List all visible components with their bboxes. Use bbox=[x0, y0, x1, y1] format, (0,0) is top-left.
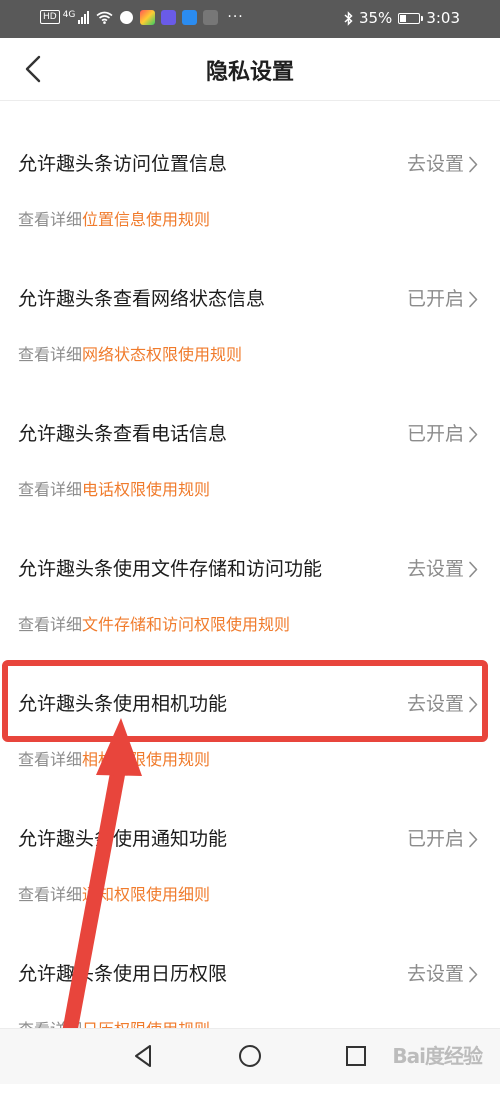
permission-detail: 查看详细位置信息使用规则 bbox=[18, 208, 210, 232]
hand-app-icon bbox=[203, 9, 219, 25]
permission-action-label: 已开启 bbox=[406, 288, 464, 310]
permission-action-label: 去设置 bbox=[406, 153, 464, 175]
highlight-box bbox=[2, 660, 488, 742]
battery-percent: 35% bbox=[358, 9, 393, 27]
permission-title: 允许趣头条访问位置信息 bbox=[18, 153, 228, 175]
permission-title: 允许趣头条查看网络状态信息 bbox=[18, 288, 266, 310]
permission-action-label: 已开启 bbox=[406, 828, 464, 850]
battery-icon bbox=[398, 12, 424, 24]
permission-rule-link[interactable]: 位置信息使用规则 bbox=[82, 210, 210, 229]
chevron-right-icon bbox=[469, 426, 478, 442]
circle-home-icon[interactable] bbox=[235, 1041, 265, 1071]
permission-action-button[interactable]: 已开启 bbox=[407, 825, 478, 853]
app-notification-icon bbox=[119, 9, 135, 25]
status-bar-left: HD 4G ··· bbox=[40, 9, 244, 25]
permission-detail-prefix: 查看详细 bbox=[18, 885, 83, 904]
music-app-icon bbox=[161, 9, 177, 25]
chevron-right-icon bbox=[469, 291, 478, 307]
permission-rule-link[interactable]: 相机权限使用规则 bbox=[82, 750, 210, 769]
square-recents-icon[interactable] bbox=[341, 1041, 371, 1071]
permission-detail-prefix: 查看详细 bbox=[18, 345, 83, 364]
permission-row: 允许趣头条查看网络状态信息 已开启查看详细网络状态权限使用规则 bbox=[0, 285, 500, 420]
permission-detail: 查看详细通知权限使用细则 bbox=[18, 883, 210, 907]
permission-detail: 查看详细文件存储和访问权限使用规则 bbox=[18, 613, 290, 637]
status-bar-right: 35% 3:03 bbox=[344, 9, 460, 27]
status-bar: HD 4G ··· 35% 3:03 bbox=[0, 0, 500, 38]
permission-detail: 查看详细电话权限使用规则 bbox=[18, 478, 210, 502]
hd-badge: HD bbox=[40, 10, 60, 24]
gallery-app-icon bbox=[140, 9, 156, 25]
permission-detail: 查看详细网络状态权限使用规则 bbox=[18, 343, 242, 367]
permission-title: 允许趣头条查看电话信息 bbox=[18, 423, 228, 445]
permission-title: 允许趣头条使用日历权限 bbox=[18, 963, 228, 985]
permission-rule-link[interactable]: 网络状态权限使用规则 bbox=[82, 345, 242, 364]
chevron-right-icon bbox=[469, 831, 478, 847]
permission-title: 允许趣头条使用文件存储和访问功能 bbox=[18, 558, 323, 580]
network-type: 4G bbox=[62, 10, 76, 20]
triangle-back-icon[interactable] bbox=[128, 1041, 158, 1071]
battery-fill bbox=[400, 14, 407, 22]
wifi-icon bbox=[96, 11, 113, 24]
clock: 3:03 bbox=[426, 9, 460, 27]
permission-detail-prefix: 查看详细 bbox=[18, 210, 83, 229]
permission-title: 允许趣头条使用通知功能 bbox=[18, 828, 228, 850]
permission-row: 允许趣头条访问位置信息 去设置查看详细位置信息使用规则 bbox=[0, 150, 500, 285]
permission-action-label: 已开启 bbox=[406, 423, 464, 445]
permission-rule-link[interactable]: 通知权限使用细则 bbox=[82, 885, 210, 904]
permission-detail: 查看详细相机权限使用规则 bbox=[18, 748, 210, 772]
watermark: Bai度经验 bbox=[392, 1044, 483, 1068]
chevron-right-icon bbox=[469, 966, 478, 982]
permission-action-button[interactable]: 已开启 bbox=[407, 285, 478, 313]
signal-icon bbox=[78, 10, 90, 24]
permission-rule-link[interactable]: 文件存储和访问权限使用规则 bbox=[82, 615, 290, 634]
chevron-right-icon bbox=[469, 561, 478, 577]
search-app-icon bbox=[182, 9, 198, 25]
permission-detail-prefix: 查看详细 bbox=[18, 480, 83, 499]
permission-action-label: 去设置 bbox=[406, 558, 464, 580]
permission-detail-prefix: 查看详细 bbox=[18, 750, 83, 769]
more-icon: ··· bbox=[227, 9, 244, 25]
permission-action-button[interactable]: 去设置 bbox=[407, 150, 478, 178]
permission-row: 允许趣头条使用通知功能 已开启查看详细通知权限使用细则 bbox=[0, 825, 500, 960]
bluetooth-icon bbox=[344, 10, 353, 26]
permission-row: 允许趣头条查看电话信息 已开启查看详细电话权限使用规则 bbox=[0, 420, 500, 555]
permission-action-label: 去设置 bbox=[406, 963, 464, 985]
permission-rule-link[interactable]: 电话权限使用规则 bbox=[82, 480, 210, 499]
page-title: 隐私设置 bbox=[205, 60, 294, 85]
header-bar: 隐私设置 bbox=[0, 38, 500, 101]
permission-detail-prefix: 查看详细 bbox=[18, 615, 83, 634]
chevron-right-icon bbox=[469, 156, 478, 172]
permission-action-button[interactable]: 已开启 bbox=[407, 420, 478, 448]
permission-action-button[interactable]: 去设置 bbox=[407, 555, 478, 583]
permission-action-button[interactable]: 去设置 bbox=[407, 960, 478, 988]
